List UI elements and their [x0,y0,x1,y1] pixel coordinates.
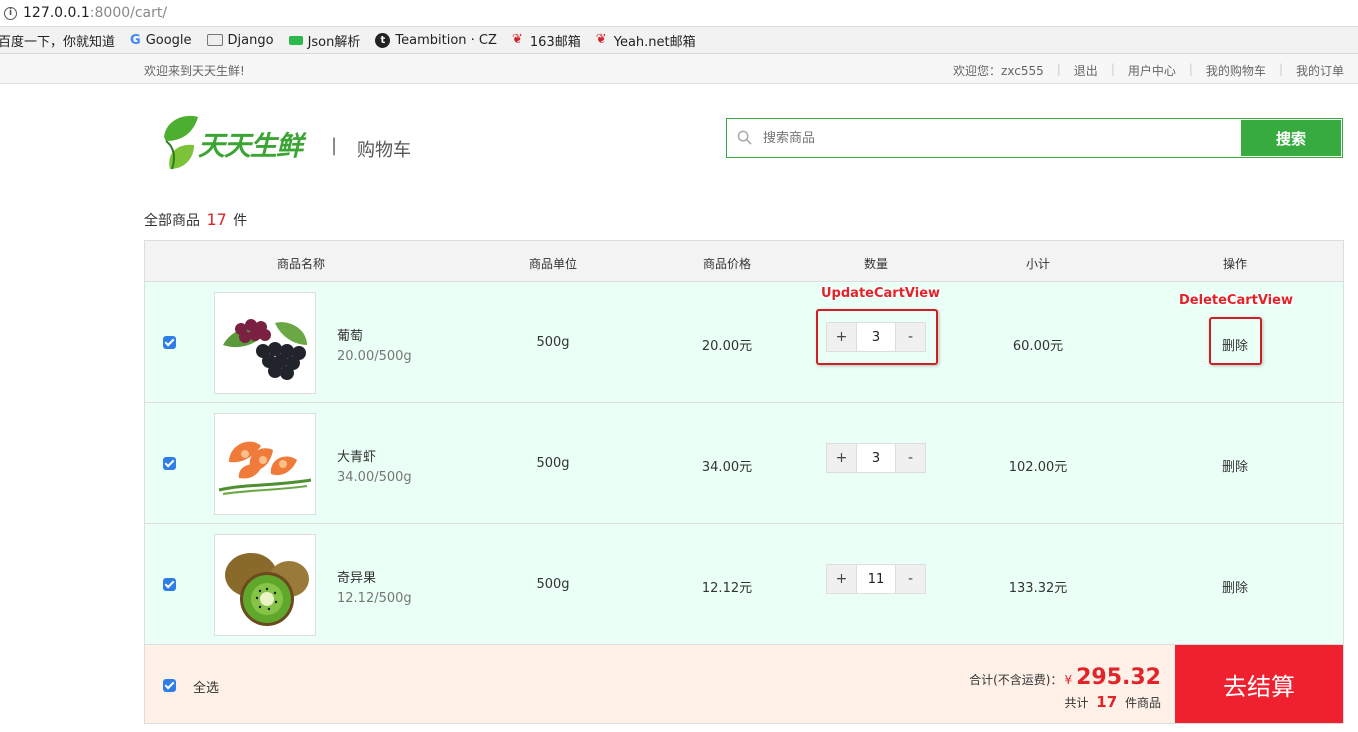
product-unit: 500g [536,577,570,592]
bookmark-label: 163邮箱 [529,34,581,50]
qty-increase-button[interactable]: + [827,444,857,472]
mail-icon: ❦ [595,32,607,47]
select-all-checkbox[interactable] [163,679,176,692]
my-cart-link[interactable]: 我的购物车 [1206,62,1266,79]
url-host: 127.0.0.1 [23,5,90,21]
select-all-label[interactable]: 全选 [193,677,219,696]
user-center-link[interactable]: 用户中心 [1128,62,1176,79]
cart-total-count: 全部商品 17 件 [144,210,248,229]
product-unit-price: 12.12/500g [337,591,412,606]
bookmark-label: Yeah.net邮箱 [613,34,696,50]
delete-button[interactable]: 删除 [1222,577,1248,596]
table-row: 大青虾 34.00/500g 500g 34.00元 + - 102.00元 删… [145,403,1343,524]
table-header: 商品名称 商品单位 商品价格 数量 小计 操作 [145,241,1343,282]
product-unit-price: 20.00/500g [337,349,412,364]
total-items-value: 17 [1096,693,1118,711]
info-icon[interactable]: i [4,6,17,20]
bookmarks-bar: 百度一下，你就知道 G Google Django Json解析 t Teamb… [0,27,1358,54]
page-title: 购物车 [357,140,411,161]
title-separator: | [331,135,338,156]
col-unit: 商品单位 [528,257,578,271]
bookmark-label: 百度一下，你就知道 [0,34,116,50]
col-qty: 数量 [863,257,889,271]
search-button[interactable]: 搜索 [1241,120,1341,156]
bookmark-label: Google [145,32,192,48]
col-action: 操作 [1222,257,1248,271]
search-icon [737,130,752,145]
checkout-button[interactable]: 去结算 [1175,645,1343,723]
bookmark-label: Json解析 [307,34,361,50]
product-unit: 500g [536,456,570,471]
site-topbar: 欢迎来到天天生鲜! 欢迎您：zxc555 | 退出 | 用户中心 | 我的购物车… [0,54,1358,84]
bookmark-teambition[interactable]: t Teambition · CZ [375,32,497,48]
qty-decrease-button[interactable]: - [895,444,925,472]
item-checkbox[interactable] [163,457,176,470]
kiwi-image [214,534,316,636]
address-bar[interactable]: i 127.0.0.1:8000/cart/ [0,0,1358,27]
json-icon [288,35,303,45]
product-unit: 500g [536,335,570,350]
update-cart-annotation: UpdateCartView [821,286,941,301]
product-unit-price: 34.00/500g [337,470,412,485]
table-row: 奇异果 12.12/500g 500g 12.12元 + - 133.32元 删… [145,524,1343,645]
product-name[interactable]: 奇异果 [337,567,376,586]
quantity-stepper: + - [826,443,926,473]
bookmark-label: Django [227,32,274,48]
qty-decrease-button[interactable]: - [895,565,925,593]
bookmark-163-mail[interactable]: ❦ 163邮箱 [512,31,581,50]
col-subtotal: 小计 [1025,257,1051,271]
product-price: 20.00元 [701,339,753,354]
total-count-value: 17 [206,210,227,229]
my-orders-link[interactable]: 我的订单 [1296,62,1344,79]
site-header: 天天生鲜 | 购物车 搜索 [0,84,1358,200]
bookmark-label: Teambition · CZ [395,32,497,48]
folder-icon [206,34,223,46]
currency-symbol: ¥ [1064,673,1073,687]
bookmark-json[interactable]: Json解析 [288,31,361,50]
teambition-icon: t [375,32,391,48]
bookmark-yeah-mail[interactable]: ❦ Yeah.net邮箱 [596,31,696,50]
col-name: 商品名称 [276,257,326,271]
shrimp-image [214,413,316,515]
product-subtotal: 102.00元 [1008,460,1068,475]
logo-text: 天天生鲜 [198,131,303,162]
bookmark-django[interactable]: Django [206,32,274,48]
cart-table: 商品名称 商品单位 商品价格 数量 小计 操作 葡萄 20.00/500g 50… [144,240,1344,724]
qty-input[interactable] [857,444,895,472]
total-amount: 合计(不含运费)： ¥ 295.32 [969,665,1161,690]
grape-image [214,292,316,394]
product-subtotal: 133.32元 [1008,581,1068,596]
total-items: 共计 17 件商品 [1064,693,1161,711]
logout-link[interactable]: 退出 [1074,62,1098,79]
product-price: 12.12元 [701,581,753,596]
user-greeting: 欢迎您：zxc555 [953,64,1044,78]
quantity-stepper: + - [826,564,926,594]
search-input[interactable] [727,119,1240,157]
search-bar: 搜索 [726,118,1343,158]
update-highlight-box [816,309,938,365]
mail-icon: ❦ [511,32,523,47]
delete-button[interactable]: 删除 [1222,456,1248,475]
item-checkbox[interactable] [163,578,176,591]
top-links: 欢迎您：zxc555 | 退出 | 用户中心 | 我的购物车 | 我的订单 [953,62,1344,79]
table-row: 葡萄 20.00/500g 500g 20.00元 + - 60.00元 删除 … [145,282,1343,403]
bookmark-google[interactable]: G Google [130,32,192,49]
product-subtotal: 60.00元 [1012,339,1064,354]
welcome-text: 欢迎来到天天生鲜! [144,64,245,78]
product-price: 34.00元 [701,460,753,475]
qty-increase-button[interactable]: + [827,565,857,593]
cart-summary: 全选 合计(不含运费)： ¥ 295.32 共计 17 件商品 去结算 [145,645,1343,723]
item-checkbox[interactable] [163,336,176,349]
bookmark-baidu[interactable]: 百度一下，你就知道 [0,31,115,50]
col-price: 商品价格 [702,257,752,271]
product-name[interactable]: 葡萄 [337,325,363,344]
delete-highlight-box [1209,317,1262,365]
delete-cart-annotation: DeleteCartView [1179,293,1293,308]
product-name[interactable]: 大青虾 [337,446,376,465]
total-amount-value: 295.32 [1076,665,1161,690]
google-icon: G [130,33,141,48]
url-path: :8000/cart/ [89,5,168,21]
qty-input[interactable] [857,565,895,593]
